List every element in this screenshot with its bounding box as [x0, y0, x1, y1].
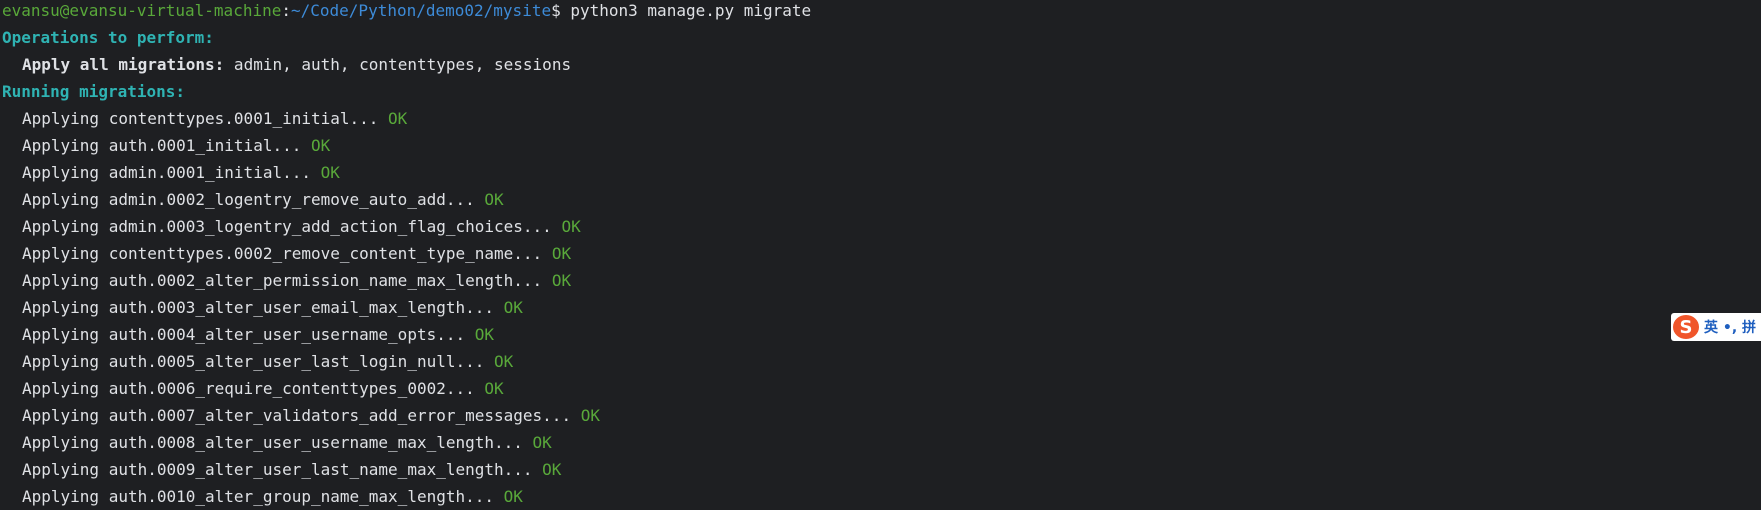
- migration-line: Applying auth.0003_alter_user_email_max_…: [0, 297, 1761, 324]
- migration-line: Applying auth.0004_alter_user_username_o…: [0, 324, 1761, 351]
- migration-text: Applying contenttypes.0001_initial...: [22, 109, 389, 128]
- migration-status: OK: [542, 460, 562, 479]
- operations-header: Operations to perform:: [2, 28, 214, 47]
- migration-text: Applying auth.0006_require_contenttypes_…: [22, 379, 485, 398]
- migration-line: Applying contenttypes.0002_remove_conten…: [0, 243, 1761, 270]
- migration-line: Applying auth.0006_require_contenttypes_…: [0, 378, 1761, 405]
- migration-status: OK: [484, 190, 504, 209]
- migration-text: Applying auth.0010_alter_group_name_max_…: [22, 487, 504, 506]
- migration-text: Applying auth.0003_alter_user_email_max_…: [22, 298, 504, 317]
- migration-text: Applying admin.0002_logentry_remove_auto…: [22, 190, 485, 209]
- migration-line: Applying auth.0001_initial... OK: [0, 135, 1761, 162]
- migration-status: OK: [561, 217, 581, 236]
- migration-status: OK: [551, 271, 572, 290]
- migration-status: OK: [503, 487, 523, 506]
- migration-status: OK: [503, 298, 523, 317]
- sogou-logo-icon[interactable]: S: [1673, 315, 1699, 339]
- migration-line: Applying auth.0009_alter_user_last_name_…: [0, 459, 1761, 486]
- prompt-line: evansu@evansu-virtual-machine:~/Code/Pyt…: [0, 0, 1761, 27]
- running-header: Running migrations:: [2, 82, 186, 101]
- ime-status-text[interactable]: 英 •, 拼: [1704, 317, 1756, 337]
- migration-text: Applying auth.0004_alter_user_username_o…: [22, 325, 475, 344]
- migration-text: Applying auth.0005_alter_user_last_login…: [22, 352, 495, 371]
- migration-text: Applying auth.0009_alter_user_last_name_…: [22, 460, 543, 479]
- prompt-separator: :: [281, 1, 291, 20]
- apply-all-line: Apply all migrations: admin, auth, conte…: [0, 54, 1761, 81]
- prompt-path: ~/Code/Python/demo02/mysite: [291, 1, 552, 20]
- migration-line: Applying auth.0010_alter_group_name_max_…: [0, 486, 1761, 510]
- migration-text: Applying admin.0001_initial...: [22, 163, 321, 182]
- migration-text: Applying contenttypes.0002_remove_conten…: [22, 244, 552, 263]
- apply-all-apps: admin, auth, contenttypes, sessions: [224, 55, 572, 74]
- apply-all-label: Apply all migrations:: [22, 55, 225, 74]
- migration-line: Applying contenttypes.0001_initial... OK: [0, 108, 1761, 135]
- migration-status: OK: [474, 325, 495, 344]
- migration-line: Applying auth.0007_alter_validators_add_…: [0, 405, 1761, 432]
- migration-line: Applying auth.0002_alter_permission_name…: [0, 270, 1761, 297]
- migration-text: Applying auth.0007_alter_validators_add_…: [22, 406, 581, 425]
- migration-text: Applying auth.0001_initial...: [22, 136, 311, 155]
- migration-status: OK: [388, 109, 408, 128]
- migration-line: Applying auth.0005_alter_user_last_login…: [0, 351, 1761, 378]
- migration-status: OK: [551, 244, 572, 263]
- migration-status: OK: [320, 163, 340, 182]
- migration-text: Applying auth.0002_alter_permission_name…: [22, 271, 552, 290]
- migration-text: Applying admin.0003_logentry_add_action_…: [22, 217, 562, 236]
- migration-line: Applying admin.0002_logentry_remove_auto…: [0, 189, 1761, 216]
- ime-toolbar[interactable]: S 英 •, 拼: [1671, 313, 1761, 341]
- prompt-symbol: $: [551, 1, 571, 20]
- migration-line: Applying admin.0003_logentry_add_action_…: [0, 216, 1761, 243]
- migration-status: OK: [494, 352, 514, 371]
- migration-line: Applying auth.0008_alter_user_username_m…: [0, 432, 1761, 459]
- migration-status: OK: [532, 433, 552, 452]
- terminal-window[interactable]: evansu@evansu-virtual-machine:~/Code/Pyt…: [0, 0, 1761, 510]
- migration-status: OK: [580, 406, 600, 425]
- prompt-user-host: evansu@evansu-virtual-machine: [2, 1, 282, 20]
- prompt-command: python3 manage.py migrate: [570, 1, 812, 20]
- migration-list: Applying contenttypes.0001_initial... OK…: [0, 108, 1761, 510]
- migration-status: OK: [484, 379, 504, 398]
- migration-text: Applying auth.0008_alter_user_username_m…: [22, 433, 533, 452]
- migration-line: Applying admin.0001_initial... OK: [0, 162, 1761, 189]
- migration-status: OK: [310, 136, 331, 155]
